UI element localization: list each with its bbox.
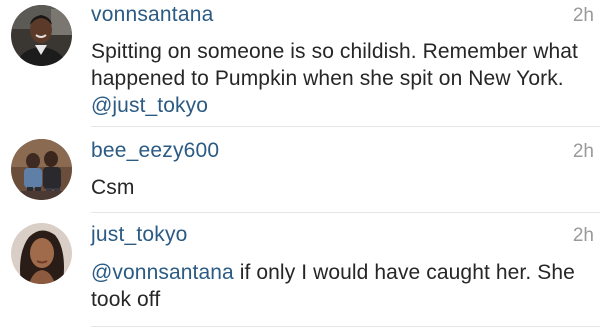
comment-text-part: Spitting on someone is so childish. Reme… [91, 40, 578, 90]
comment-text: @vonnsantana if only I would have caught… [91, 259, 586, 313]
comment-text: Csm [91, 174, 586, 201]
comment-timestamp: 2h [572, 225, 594, 246]
avatar-photo-icon [11, 5, 72, 66]
avatar-photo-icon [11, 223, 72, 284]
comment-timestamp: 2h [572, 5, 594, 26]
mention-link[interactable]: @vonnsantana [91, 261, 234, 284]
comment-text: Spitting on someone is so childish. Reme… [91, 38, 586, 119]
avatar[interactable] [11, 223, 72, 284]
comment-item: bee_eezy600 2h Csm [0, 127, 600, 213]
avatar[interactable] [11, 139, 72, 200]
comment-username[interactable]: vonnsantana [91, 3, 213, 27]
avatar[interactable] [11, 5, 72, 66]
avatar-photo-icon [11, 139, 72, 200]
comment-text-part: Csm [91, 176, 135, 199]
comment-username[interactable]: bee_eezy600 [91, 139, 219, 163]
mention-link[interactable]: @just_tokyo [91, 94, 208, 117]
comment-timestamp: 2h [572, 141, 594, 162]
comment-item: just_tokyo 2h @vonnsantana if only I wou… [0, 213, 600, 327]
comment-username[interactable]: just_tokyo [91, 223, 188, 247]
comment-item: vonnsantana 2h Spitting on someone is so… [0, 0, 600, 127]
